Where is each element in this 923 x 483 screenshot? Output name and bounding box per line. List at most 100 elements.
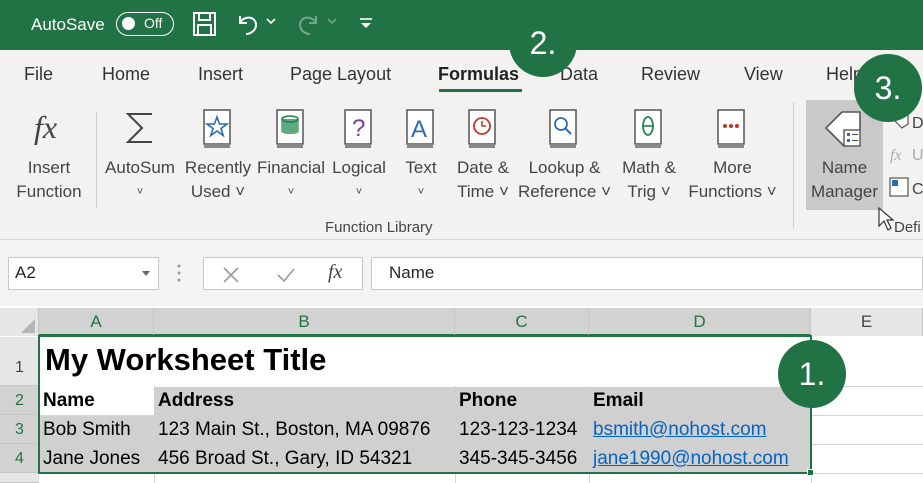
more-book-icon xyxy=(717,109,745,148)
row-header-5[interactable] xyxy=(0,473,39,483)
active-tab-indicator xyxy=(439,89,522,92)
lookup-label-1: Lookup & xyxy=(528,158,601,177)
fill-handle[interactable] xyxy=(807,469,814,476)
more-functions-label-2: Functions ˅ xyxy=(688,182,777,201)
insert-function-label-2: Function xyxy=(16,182,82,201)
svg-text:C: C xyxy=(912,181,923,198)
svg-text:fx: fx xyxy=(890,147,902,164)
formula-input[interactable]: Name xyxy=(371,257,923,290)
redo-dropdown-icon xyxy=(327,18,337,25)
formula-bar: A2 fx Name xyxy=(0,240,923,306)
row-header-2[interactable]: 2 xyxy=(0,386,39,415)
tab-view[interactable]: View xyxy=(744,64,783,85)
callout-2: 2. xyxy=(509,9,577,77)
autosave-label: AutoSave xyxy=(31,15,105,34)
cancel-icon[interactable] xyxy=(222,266,240,284)
coins-book-icon xyxy=(276,109,304,148)
ribbon-separator xyxy=(96,112,97,208)
formula-buttons: fx xyxy=(203,257,363,290)
text-label: Text xyxy=(405,158,437,177)
tab-home[interactable]: Home xyxy=(102,64,150,85)
financial-label: Financial xyxy=(256,158,326,177)
enter-check-icon[interactable] xyxy=(276,266,296,284)
clock-book-icon xyxy=(468,109,496,148)
date-time-label-2: Time ˅ xyxy=(457,182,509,201)
more-functions-label-1: More xyxy=(713,158,752,177)
insert-function-fx-icon[interactable]: fx xyxy=(328,261,342,284)
column-header-d[interactable]: D xyxy=(589,308,811,336)
financial-dropdown[interactable]: ˅ xyxy=(255,180,327,204)
name-manager-label-1: Name xyxy=(821,158,868,177)
column-header-a[interactable]: A xyxy=(39,308,154,336)
tab-file[interactable]: File xyxy=(24,64,53,85)
grip-dots-icon xyxy=(177,264,181,282)
function-library-group-label: Function Library xyxy=(325,219,433,236)
more-functions-button[interactable]: More Functions ˅ xyxy=(685,94,780,214)
defined-names-group-label: Defi xyxy=(894,219,921,236)
name-tag-icon xyxy=(824,111,861,148)
autosum-dropdown[interactable]: ˅ xyxy=(100,180,180,204)
column-header-e[interactable]: E xyxy=(811,308,923,336)
magnifier-book-icon xyxy=(549,109,577,148)
date-time-button[interactable]: Date & Time ˅ xyxy=(450,94,516,214)
math-trig-label-1: Math & xyxy=(622,158,676,177)
ribbon-formulas: fx Insert Function AutoSum ˅ Recently Us… xyxy=(0,94,923,240)
autosum-label: AutoSum xyxy=(105,158,175,177)
tab-page-layout[interactable]: Page Layout xyxy=(290,64,391,85)
logical-button[interactable]: ? Logical ˅ xyxy=(327,94,391,214)
autosum-button[interactable]: AutoSum ˅ xyxy=(100,94,180,214)
row-header-1[interactable]: 1 xyxy=(0,337,39,386)
callout-3: 3. xyxy=(854,54,922,122)
logical-dropdown[interactable]: ˅ xyxy=(327,180,391,204)
name-box[interactable]: A2 xyxy=(8,257,159,290)
undo-dropdown-icon[interactable] xyxy=(264,16,278,28)
svg-text:?: ? xyxy=(352,115,365,142)
tab-insert[interactable]: Insert xyxy=(198,64,243,85)
defined-names-partial-icons: D fx U C xyxy=(889,113,923,198)
autosave-toggle[interactable]: Off xyxy=(116,12,174,36)
recently-used-label-1: Recently xyxy=(184,158,252,177)
insert-function-button[interactable]: fx Insert Function xyxy=(8,94,90,214)
insert-function-label-1: Insert xyxy=(27,158,71,177)
select-all-corner[interactable] xyxy=(0,308,39,336)
financial-button[interactable]: Financial ˅ xyxy=(255,94,327,214)
lookup-label-2: Reference ˅ xyxy=(517,182,612,201)
selection-border xyxy=(38,335,812,474)
svg-text:U: U xyxy=(912,147,923,164)
row-header-3[interactable]: 3 xyxy=(0,415,39,444)
math-trig-button[interactable]: Math & Trig ˅ xyxy=(614,94,684,214)
title-bar: AutoSave Off xyxy=(0,0,923,50)
name-box-value: A2 xyxy=(15,263,36,282)
svg-text:fx: fx xyxy=(34,109,57,145)
row-header-4[interactable]: 4 xyxy=(0,444,39,473)
ribbon-tabs: File Home Insert Page Layout Formulas Da… xyxy=(0,50,923,94)
logical-label: Logical xyxy=(332,158,386,177)
star-book-icon xyxy=(203,109,231,148)
save-icon[interactable] xyxy=(192,10,218,38)
text-book-icon: A xyxy=(406,109,434,148)
toggle-knob xyxy=(122,17,135,30)
text-dropdown[interactable]: ˅ xyxy=(394,180,448,204)
name-box-dropdown-icon[interactable] xyxy=(141,270,151,278)
callout-1: 1. xyxy=(778,340,846,408)
ribbon-separator xyxy=(793,102,794,228)
lookup-reference-button[interactable]: Lookup & Reference ˅ xyxy=(517,94,612,214)
fx-icon: fx xyxy=(34,109,57,145)
sigma-icon xyxy=(125,113,152,143)
redo-icon xyxy=(298,16,317,35)
tab-formulas[interactable]: Formulas xyxy=(438,64,519,85)
tab-review[interactable]: Review xyxy=(641,64,700,85)
customize-toolbar-icon[interactable] xyxy=(357,15,375,33)
recently-used-button[interactable]: Recently Used ˅ xyxy=(182,94,254,214)
active-cell-value: Name xyxy=(43,390,95,411)
undo-icon[interactable] xyxy=(234,10,260,38)
date-time-label-1: Date & xyxy=(457,158,509,177)
name-manager-label-2: Manager xyxy=(810,182,879,201)
text-button[interactable]: A Text ˅ xyxy=(394,94,448,214)
column-header-b[interactable]: B xyxy=(154,308,455,336)
svg-text:A: A xyxy=(411,116,427,143)
toggle-state: Off xyxy=(144,15,163,31)
theta-book-icon xyxy=(634,109,662,148)
column-header-c[interactable]: C xyxy=(455,308,589,336)
recently-used-label-2: Used ˅ xyxy=(190,182,246,201)
